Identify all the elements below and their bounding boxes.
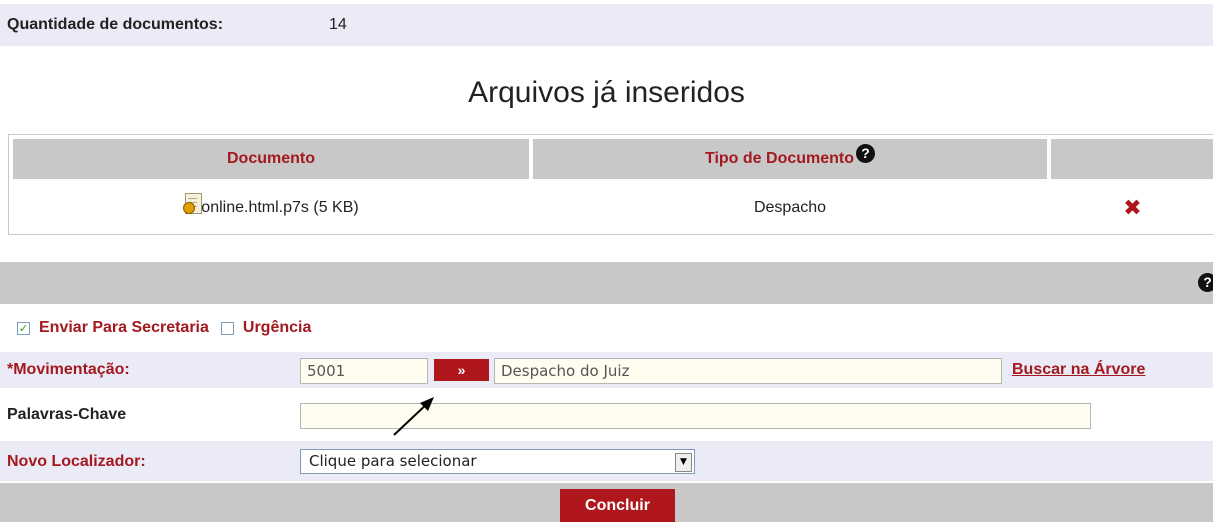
document-count-label: Quantidade de documentos: [7, 16, 224, 33]
signed-file-icon [183, 193, 203, 215]
page-title: Arquivos já inseridos [468, 76, 745, 109]
send-to-secretary-checkbox[interactable]: ✓ [17, 321, 30, 335]
locator-select[interactable]: Clique para selecionar ▼ [300, 449, 695, 474]
table-cell-type: Despacho [753, 199, 827, 216]
document-count-value: 14 [329, 16, 347, 33]
conclude-button[interactable]: Concluir [560, 489, 675, 522]
table-cell-file: online.html.p7s (5 KB) [13, 183, 529, 233]
section-header-bar: ? [0, 262, 1213, 304]
keywords-label: Palavras-Chave [7, 406, 127, 423]
movimentacao-row: *Movimentação: 5001 » Despacho do Juiz B… [0, 352, 1213, 388]
locator-row: Novo Localizador: Clique para selecionar… [0, 441, 1213, 481]
send-to-secretary-label: Enviar Para Secretaria [39, 319, 209, 336]
file-name-link[interactable]: online.html.p7s (5 KB) [201, 199, 358, 217]
table-cell-actions: ✖ [1051, 183, 1213, 233]
keywords-row: Palavras-Chave [0, 397, 1213, 433]
delete-icon[interactable]: ✖ [1123, 195, 1141, 221]
help-icon[interactable]: ? [856, 143, 876, 163]
document-count-bar: Quantidade de documentos: 14 [0, 4, 1213, 46]
help-icon[interactable]: ? [1198, 273, 1213, 292]
column-header-actions [1051, 139, 1213, 179]
locator-selected-value: Clique para selecionar [309, 452, 477, 470]
locator-label: Novo Localizador: [7, 453, 146, 470]
column-header-tipo-documento: Tipo de Documento ? [533, 139, 1047, 179]
movimentacao-code-input[interactable]: 5001 [300, 358, 428, 384]
annotation-arrow-icon [393, 397, 434, 436]
options-row: ✓ Enviar Para Secretaria Urgência [17, 316, 311, 340]
urgency-checkbox[interactable] [220, 321, 234, 335]
urgency-label: Urgência [242, 319, 312, 336]
movimentacao-label: *Movimentação: [7, 361, 130, 378]
search-tree-link[interactable]: Buscar na Árvore [1012, 361, 1145, 379]
column-header-documento: Documento [13, 139, 529, 179]
inserted-documents-table: Documento Tipo de Documento ? online.htm… [8, 134, 1213, 235]
movimentacao-description-field: Despacho do Juiz [494, 358, 1002, 384]
search-movimentacao-button[interactable]: » [434, 359, 489, 381]
chevron-down-icon[interactable]: ▼ [675, 453, 692, 472]
footer-bar: Concluir [0, 483, 1213, 522]
